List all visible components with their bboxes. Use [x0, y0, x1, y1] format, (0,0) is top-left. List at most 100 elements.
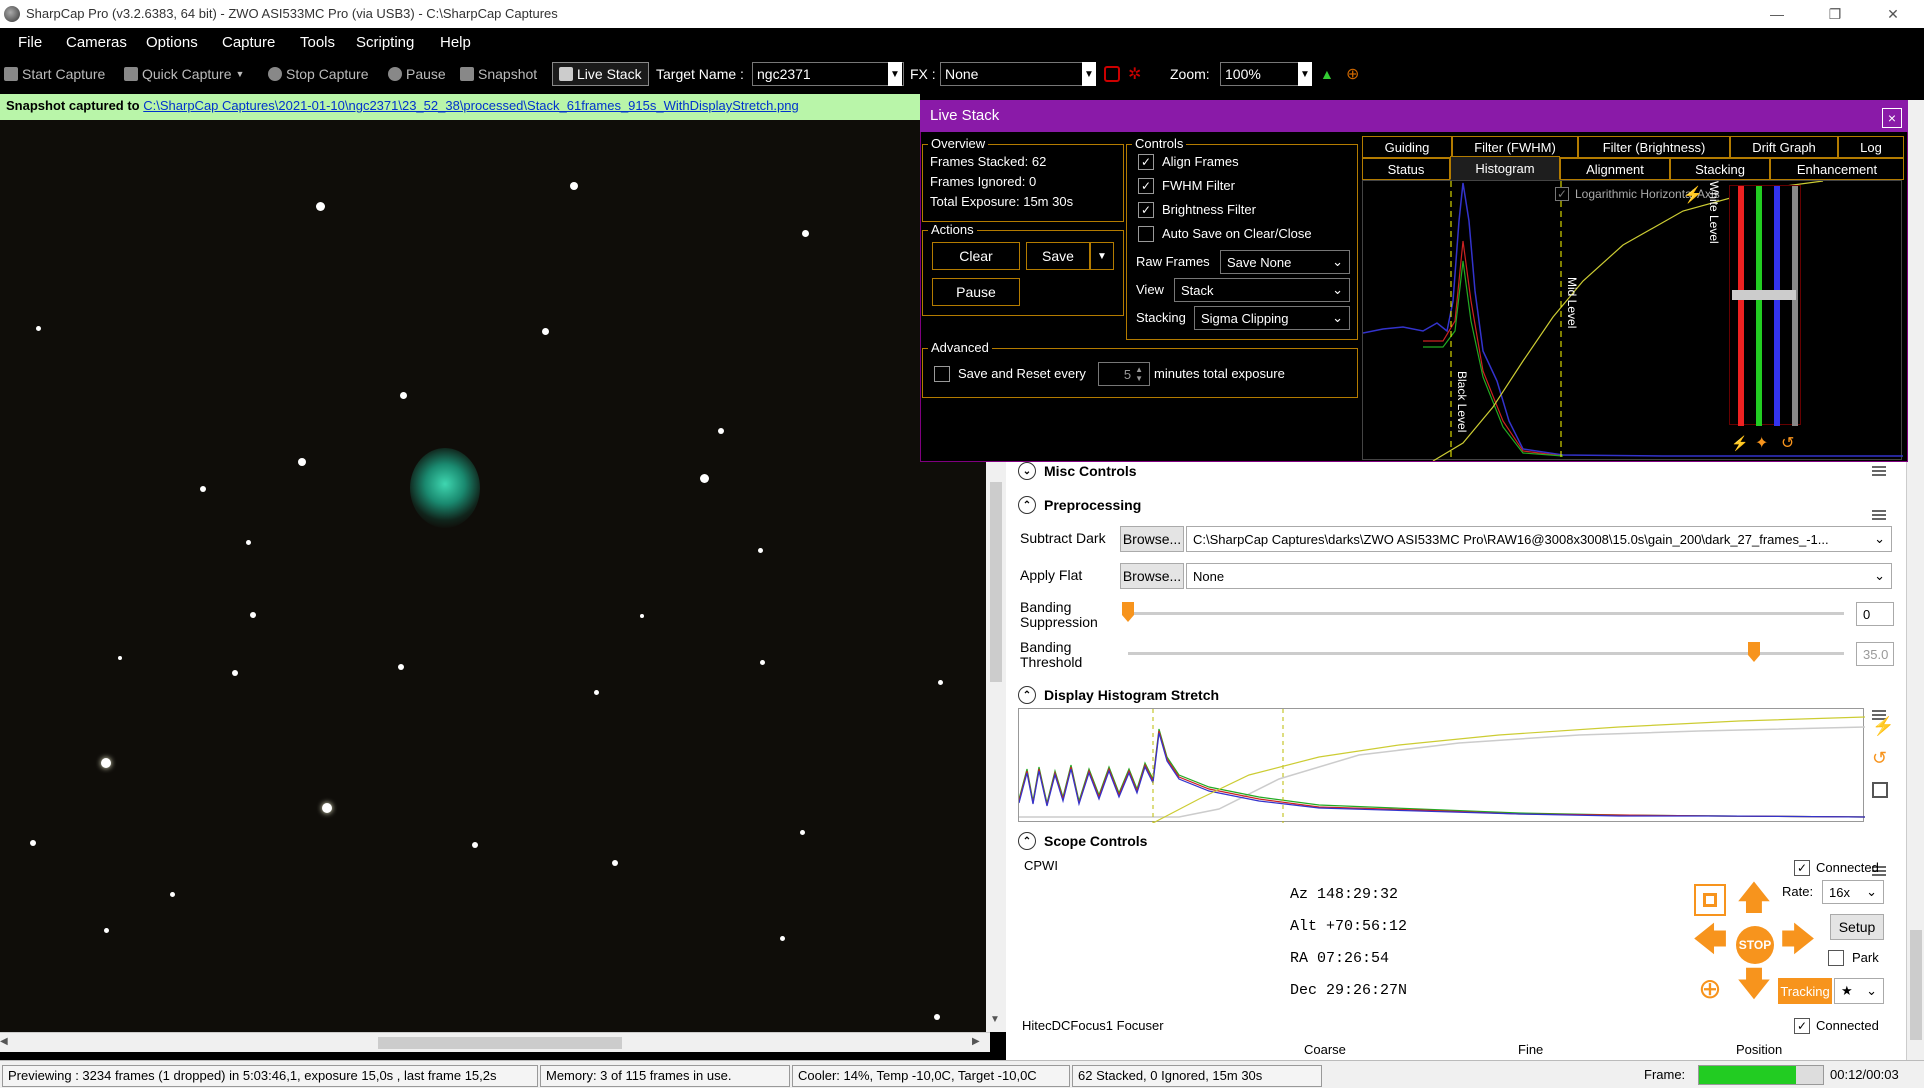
quick-capture-button[interactable]: Quick Capture ▼	[124, 66, 244, 82]
chevron-down-icon[interactable]: ▼	[235, 69, 244, 79]
scroll-thumb[interactable]	[990, 482, 1002, 682]
menu-help[interactable]: Help	[440, 34, 471, 51]
lightning-icon[interactable]: ⚡	[1683, 185, 1703, 205]
banding-threshold-value[interactable]: 35.0	[1856, 642, 1894, 666]
park-checkbox[interactable]	[1828, 950, 1844, 966]
reset-icon[interactable]: ↺	[1781, 433, 1794, 453]
luma-level-bar[interactable]	[1792, 186, 1798, 426]
focuser-connected-checkbox[interactable]: ✓	[1794, 1018, 1810, 1034]
chevron-down-icon[interactable]: ▼	[1298, 62, 1312, 86]
live-stack-button[interactable]: Live Stack	[552, 62, 649, 86]
snapshot-path-link[interactable]: C:\SharpCap Captures\2021-01-10\ngc2371\…	[143, 98, 798, 113]
menu-icon[interactable]	[1872, 466, 1886, 476]
chevron-down-icon[interactable]: ▼	[888, 62, 902, 86]
tracking-rate-select[interactable]: ★ ⌄	[1834, 978, 1884, 1004]
menu-options[interactable]: Options	[146, 34, 198, 51]
tab-log[interactable]: Log	[1838, 136, 1904, 158]
focus-icon[interactable]: ⊕	[1346, 64, 1359, 84]
apply-flat-select[interactable]: None ⌄	[1186, 563, 1892, 589]
auto-stretch-icon[interactable]: ⚡	[1872, 716, 1894, 737]
histogram-icon[interactable]: ▲	[1320, 66, 1334, 82]
fx-select[interactable]: None	[940, 62, 1096, 86]
save-button[interactable]: Save	[1026, 242, 1090, 270]
horizontal-scrollbar[interactable]: ◀ ▶	[0, 1032, 990, 1052]
save-reset-stepper[interactable]: 5 ▲ ▼	[1098, 362, 1150, 386]
north-arrow-icon[interactable]: 🡅	[1734, 879, 1774, 922]
stacking-select[interactable]: Sigma Clipping ⌄	[1194, 306, 1350, 330]
view-select[interactable]: Stack ⌄	[1174, 278, 1350, 302]
menu-file[interactable]: File	[18, 34, 42, 51]
tab-guiding[interactable]: Guiding	[1362, 136, 1452, 158]
display-histogram-header[interactable]: ⌃ Display Histogram Stretch	[1018, 682, 1219, 708]
sync-icon[interactable]	[1694, 884, 1726, 916]
green-level-bar[interactable]	[1756, 186, 1762, 426]
brightness-filter-checkbox[interactable]: ✓	[1138, 202, 1154, 218]
tab-histogram[interactable]: Histogram	[1450, 156, 1560, 180]
tab-enhancement[interactable]: Enhancement	[1770, 158, 1904, 180]
preprocessing-header[interactable]: ⌃ Preprocessing	[1018, 492, 1141, 518]
subtract-dark-select[interactable]: C:\SharpCap Captures\darks\ZWO ASI533MC …	[1186, 526, 1892, 552]
reset-icon[interactable]: ↺	[1872, 748, 1887, 769]
save-options-dropdown[interactable]: ▼	[1090, 242, 1114, 270]
image-preview[interactable]	[0, 120, 990, 1032]
chevron-up-icon[interactable]: ⌃	[1018, 496, 1036, 514]
browse-dark-button[interactable]: Browse...	[1120, 526, 1184, 552]
target-name-input[interactable]: ngc2371	[752, 62, 904, 86]
tab-filter-fwhm[interactable]: Filter (FWHM)	[1452, 136, 1578, 158]
maximize-button[interactable]: ❐	[1806, 0, 1864, 28]
panel-scrollbar[interactable]	[1906, 100, 1924, 1060]
browse-flat-button[interactable]: Browse...	[1120, 563, 1184, 589]
snapshot-button[interactable]: Snapshot	[460, 66, 537, 82]
east-arrow-icon[interactable]: 🡆	[1778, 921, 1818, 964]
mount-connected-checkbox[interactable]: ✓	[1794, 860, 1810, 876]
stop-capture-button[interactable]: Stop Capture	[268, 66, 369, 82]
tab-filter-brightness[interactable]: Filter (Brightness)	[1578, 136, 1730, 158]
start-capture-button[interactable]: Start Capture	[4, 66, 105, 82]
crosshair-icon[interactable]: ✲	[1128, 64, 1141, 84]
stop-button[interactable]: STOP	[1736, 926, 1774, 964]
chevron-down-icon[interactable]: ▼	[1082, 62, 1096, 86]
menu-tools[interactable]: Tools	[300, 34, 335, 51]
menu-scripting[interactable]: Scripting	[356, 34, 414, 51]
tab-status[interactable]: Status	[1362, 158, 1450, 180]
rgb-level-sliders[interactable]	[1729, 185, 1801, 426]
auto-save-checkbox[interactable]	[1138, 226, 1154, 242]
menu-capture[interactable]: Capture	[222, 34, 275, 51]
raw-frames-select[interactable]: Save None ⌄	[1220, 250, 1350, 274]
align-frames-checkbox[interactable]: ✓	[1138, 154, 1154, 170]
scope-controls-header[interactable]: ⌃ Scope Controls	[1018, 828, 1147, 854]
menu-icon[interactable]	[1872, 510, 1886, 520]
banding-threshold-slider[interactable]	[1128, 652, 1844, 655]
zoom-select[interactable]: 100%	[1220, 62, 1304, 86]
south-arrow-icon[interactable]: 🡇	[1734, 965, 1774, 1008]
save-icon[interactable]	[1872, 782, 1888, 798]
tab-stacking[interactable]: Stacking	[1670, 158, 1770, 180]
stack-histogram[interactable]: ✓ Logarithmic Horizontal Axis Black Leve…	[1362, 180, 1903, 462]
auto-stretch-icon[interactable]: ⚡	[1731, 435, 1748, 452]
chevron-up-icon[interactable]: ⌃	[1018, 832, 1036, 850]
pause-button[interactable]: Pause	[388, 66, 446, 82]
minimize-button[interactable]: —	[1748, 0, 1806, 28]
west-arrow-icon[interactable]: 🡄	[1690, 921, 1730, 964]
spin-arrows-icon[interactable]: ▲ ▼	[1135, 365, 1143, 383]
rate-select[interactable]: 16x ⌄	[1822, 880, 1884, 904]
scroll-thumb[interactable]	[378, 1037, 622, 1049]
sparkle-icon[interactable]: ✦	[1755, 433, 1768, 453]
level-slider-thumb[interactable]	[1732, 290, 1796, 300]
red-level-bar[interactable]	[1738, 186, 1744, 426]
close-button[interactable]: ✕	[1864, 0, 1922, 28]
menu-cameras[interactable]: Cameras	[66, 34, 127, 51]
tab-drift-graph[interactable]: Drift Graph	[1730, 136, 1838, 158]
chevron-up-icon[interactable]: ⌃	[1018, 686, 1036, 704]
clear-button[interactable]: Clear	[932, 242, 1020, 270]
setup-button[interactable]: Setup	[1830, 914, 1884, 940]
banding-suppression-value[interactable]: 0	[1856, 602, 1894, 626]
vertical-scrollbar[interactable]: ▼	[986, 462, 1006, 1032]
chevron-right-icon[interactable]: ▶	[972, 1036, 980, 1047]
record-icon[interactable]	[1104, 66, 1120, 82]
chevron-left-icon[interactable]: ◀	[0, 1036, 8, 1047]
log-axis-checkbox[interactable]: ✓	[1555, 187, 1569, 201]
scroll-thumb[interactable]	[1910, 930, 1922, 1040]
banding-suppression-slider[interactable]	[1128, 612, 1844, 615]
pause-stack-button[interactable]: Pause	[932, 278, 1020, 306]
